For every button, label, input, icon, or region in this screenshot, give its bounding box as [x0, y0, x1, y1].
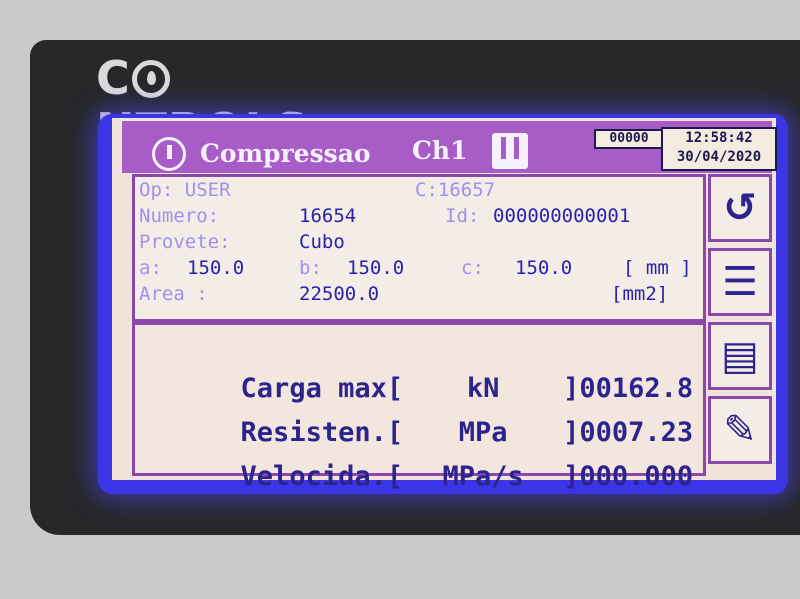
reading-label: Velocida. — [240, 461, 387, 492]
id-value: 000000000001 — [493, 205, 631, 227]
reading-unit: MPa/s — [442, 461, 524, 492]
dim-c-label: c: — [461, 257, 484, 279]
search-icon: ✎ — [723, 407, 757, 453]
counter-display: 00000 — [594, 129, 664, 149]
numero-value: 16654 — [299, 205, 357, 227]
dim-b-value: 150.0 — [347, 257, 405, 279]
clock-display: 12:58:42 30/04/2020 — [661, 127, 777, 171]
side-toolbar: ↺ ☰ ▤ ✎ — [708, 174, 772, 464]
brand-o-icon — [131, 60, 170, 98]
test-type-title: Compressao — [200, 139, 371, 168]
power-icon[interactable] — [152, 137, 186, 171]
time-text: 12:58:42 — [685, 130, 753, 146]
report-icon: ☰ — [722, 259, 758, 305]
search-button[interactable]: ✎ — [708, 396, 772, 464]
dim-b-label: b: — [299, 257, 322, 279]
c-counter-label: C:16657 — [415, 179, 496, 201]
reset-button[interactable]: ↺ — [708, 174, 772, 242]
provete-value: Cubo — [299, 231, 345, 253]
storage-button[interactable]: ▤ — [708, 322, 772, 390]
channel-label: Ch1 — [412, 136, 468, 165]
title-bar: Compressao Ch1 00000 12:58:42 30/04/2020 — [122, 121, 777, 173]
press-icon[interactable] — [492, 133, 528, 169]
operator-label: Op: USER — [139, 179, 231, 201]
bracket-open: [ — [386, 461, 404, 492]
dim-a-label: a: — [139, 257, 162, 279]
id-label: Id: — [445, 205, 480, 227]
unit-mm: [ mm ] — [623, 257, 692, 279]
reading-value: 000.000 — [579, 461, 694, 492]
area-value: 22500.0 — [299, 283, 380, 305]
date-text: 30/04/2020 — [676, 149, 762, 165]
dim-a-value: 150.0 — [187, 257, 245, 279]
reading-row: Velocida.[ MPa/s]000.000 — [143, 417, 694, 537]
numero-label: Numero: — [139, 205, 220, 227]
storage-icon: ▤ — [721, 333, 759, 379]
provete-label: Provete: — [139, 231, 231, 253]
report-button[interactable]: ☰ — [708, 248, 772, 316]
screen: Compressao Ch1 00000 12:58:42 30/04/2020… — [112, 118, 777, 492]
dim-c-value: 150.0 — [515, 257, 573, 279]
area-label: Area : — [139, 283, 208, 305]
bracket-close: ] — [563, 461, 580, 492]
reset-icon: ↺ — [723, 185, 757, 231]
brand-logo: CNTROLS — [96, 52, 356, 156]
results-panel: Carga max[kN]00162.8 Resisten.[MPa]0007.… — [132, 322, 706, 492]
specimen-info-panel: Op: USER C:16657 Numero: 16654 Id: 00000… — [132, 174, 706, 322]
unit-mm2: [mm2] — [611, 283, 669, 305]
